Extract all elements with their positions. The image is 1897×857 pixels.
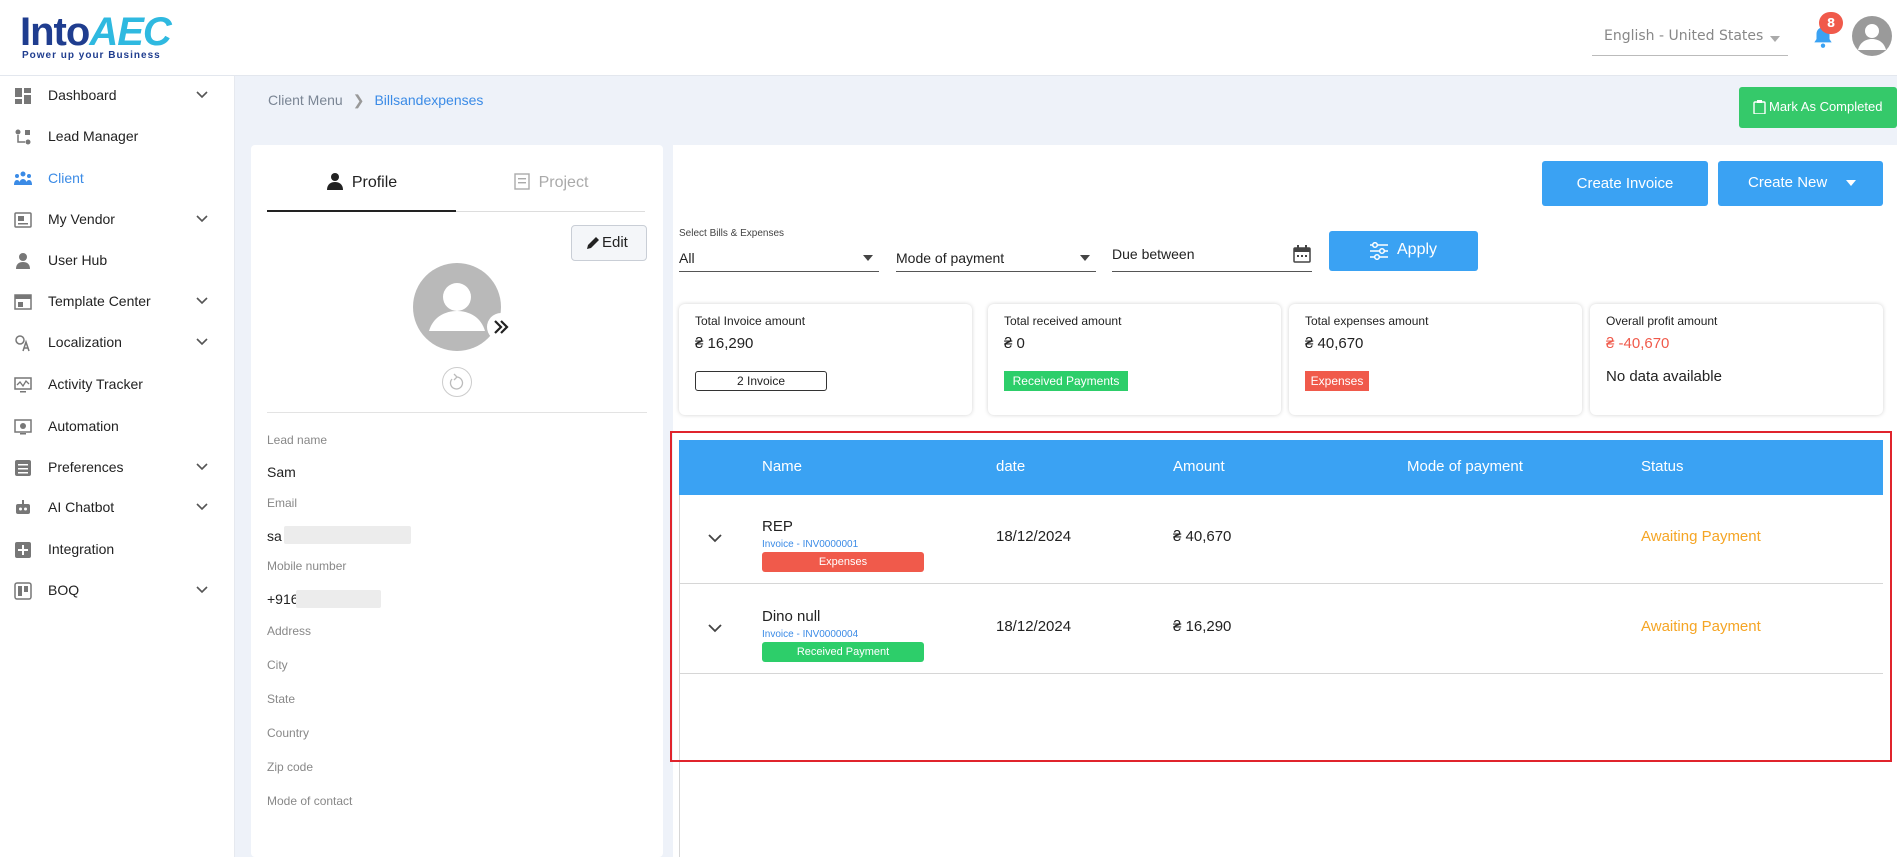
chevron-down-icon[interactable]	[196, 462, 208, 472]
chevron-down-icon[interactable]	[196, 337, 208, 347]
sidebar-item-boq[interactable]: BOQ	[0, 573, 235, 609]
person-icon	[326, 173, 343, 190]
dashboard-icon	[15, 88, 31, 104]
chevron-down-icon[interactable]	[196, 90, 208, 100]
integration-icon	[15, 542, 31, 558]
mode-of-contact-label: Mode of contact	[267, 794, 353, 808]
logo-tagline: Power up your Business	[22, 50, 161, 61]
zip-code-label: Zip code	[267, 760, 314, 774]
received-payments-badge[interactable]: Received Payments	[1004, 371, 1128, 391]
lead-manager-icon	[15, 129, 31, 145]
sidebar-item-template-center[interactable]: Template Center	[0, 284, 235, 320]
person-icon	[1858, 24, 1886, 50]
sidebar: Dashboard Lead Manager Client My Vendor …	[0, 76, 235, 857]
state-label: State	[267, 692, 296, 706]
chevron-right-icon: ❯	[352, 92, 365, 108]
lead-name-label: Lead name	[267, 433, 328, 447]
user-avatar[interactable]	[1852, 16, 1892, 56]
activity-icon	[14, 377, 32, 393]
vendor-icon	[14, 212, 32, 228]
sidebar-item-ai-chatbot[interactable]: AI Chatbot	[0, 490, 235, 526]
sidebar-item-my-vendor[interactable]: My Vendor	[0, 202, 235, 238]
lead-name-value: Sam	[267, 464, 296, 480]
reset-avatar-button[interactable]	[442, 367, 472, 397]
due-between-input[interactable]: Due between	[1112, 244, 1312, 272]
language-value: English - United States	[1604, 28, 1764, 44]
address-label: Address	[267, 624, 312, 638]
sidebar-item-client[interactable]: Client	[0, 161, 235, 197]
expenses-badge[interactable]: Expenses	[1305, 371, 1369, 391]
sidebar-item-dashboard[interactable]: Dashboard	[0, 78, 235, 114]
sidebar-item-user-hub[interactable]: User Hub	[0, 243, 235, 279]
bills-filter-label: Select Bills & Expenses	[679, 228, 785, 239]
mobile-value: +916	[267, 591, 299, 607]
sidebar-item-automation[interactable]: Automation	[0, 409, 235, 445]
chevron-down-icon[interactable]	[196, 585, 208, 595]
apply-button[interactable]: Apply	[1329, 231, 1478, 271]
chevron-down-icon[interactable]	[196, 296, 208, 306]
automation-icon	[14, 419, 32, 435]
highlight-box	[670, 431, 1892, 762]
sidebar-item-integration[interactable]: Integration	[0, 532, 235, 568]
email-label: Email	[267, 496, 298, 510]
mode-of-payment-select[interactable]: Mode of payment	[896, 244, 1096, 272]
pencil-icon	[587, 237, 599, 249]
document-icon	[513, 173, 530, 190]
chevron-down-icon	[1846, 180, 1856, 186]
boq-icon	[14, 582, 32, 600]
sidebar-item-preferences[interactable]: Preferences	[0, 450, 235, 486]
tab-profile[interactable]: Profile	[267, 172, 456, 212]
notification-badge: 8	[1819, 12, 1843, 34]
chevron-down-icon	[863, 255, 873, 261]
refresh-icon	[449, 373, 464, 390]
divider	[267, 412, 647, 413]
mobile-label: Mobile number	[267, 559, 347, 573]
chevron-down-icon[interactable]	[196, 502, 208, 512]
mark-as-completed-button[interactable]: Mark As Completed	[1739, 87, 1897, 128]
redacted-mobile	[296, 590, 381, 608]
chatbot-icon	[16, 500, 30, 514]
sidebar-item-activity-tracker[interactable]: Activity Tracker	[0, 367, 235, 403]
clipboard-icon	[1753, 100, 1766, 114]
profile-card: Profile Project Edit Lead name Sam Email…	[251, 145, 663, 857]
calendar-icon[interactable]	[1292, 244, 1312, 264]
logo-word: IntoAEC	[20, 10, 172, 54]
country-label: Country	[267, 726, 310, 740]
create-new-button[interactable]: Create New	[1718, 161, 1883, 206]
invoice-count-badge[interactable]: 2 Invoice	[695, 371, 827, 391]
bills-filter-select[interactable]: All	[679, 244, 879, 272]
breadcrumb-current: Billsandexpenses	[374, 92, 484, 108]
template-icon	[14, 294, 32, 310]
tab-project[interactable]: Project	[456, 172, 645, 212]
preferences-icon	[15, 460, 31, 476]
top-header: IntoAEC Power up your Business English -…	[0, 0, 1897, 76]
total-expenses-card: Total expenses amount ₴ 40,670 Expenses	[1289, 304, 1582, 415]
total-invoice-card: Total Invoice amount ₴ 16,290 2 Invoice	[679, 304, 972, 415]
double-chevron-right-icon	[494, 320, 509, 334]
localization-icon	[15, 335, 30, 352]
sidebar-item-localization[interactable]: Localization	[0, 325, 235, 361]
expand-icon[interactable]	[487, 313, 515, 341]
breadcrumb-parent[interactable]: Client Menu	[268, 92, 343, 108]
language-select[interactable]: English - United States	[1592, 22, 1788, 56]
breadcrumb: Client Menu ❯ Billsandexpenses	[268, 92, 483, 109]
sliders-icon	[1370, 242, 1388, 260]
redacted-email	[284, 526, 411, 544]
chevron-down-icon[interactable]	[196, 214, 208, 224]
user-icon	[16, 253, 30, 269]
chevron-down-icon	[1770, 36, 1780, 42]
overall-profit-card: Overall profit amount ₴ -40,670 No data …	[1590, 304, 1883, 415]
email-value: sa	[267, 528, 282, 544]
sidebar-item-lead-manager[interactable]: Lead Manager	[0, 119, 235, 155]
client-icon	[14, 171, 32, 185]
edit-button[interactable]: Edit	[571, 225, 647, 261]
app-logo[interactable]: IntoAEC Power up your Business	[20, 6, 172, 66]
create-invoice-button[interactable]: Create Invoice	[1542, 161, 1708, 206]
city-label: City	[267, 658, 288, 672]
total-received-card: Total received amount ₴ 0 Received Payme…	[988, 304, 1281, 415]
chevron-down-icon	[1080, 255, 1090, 261]
